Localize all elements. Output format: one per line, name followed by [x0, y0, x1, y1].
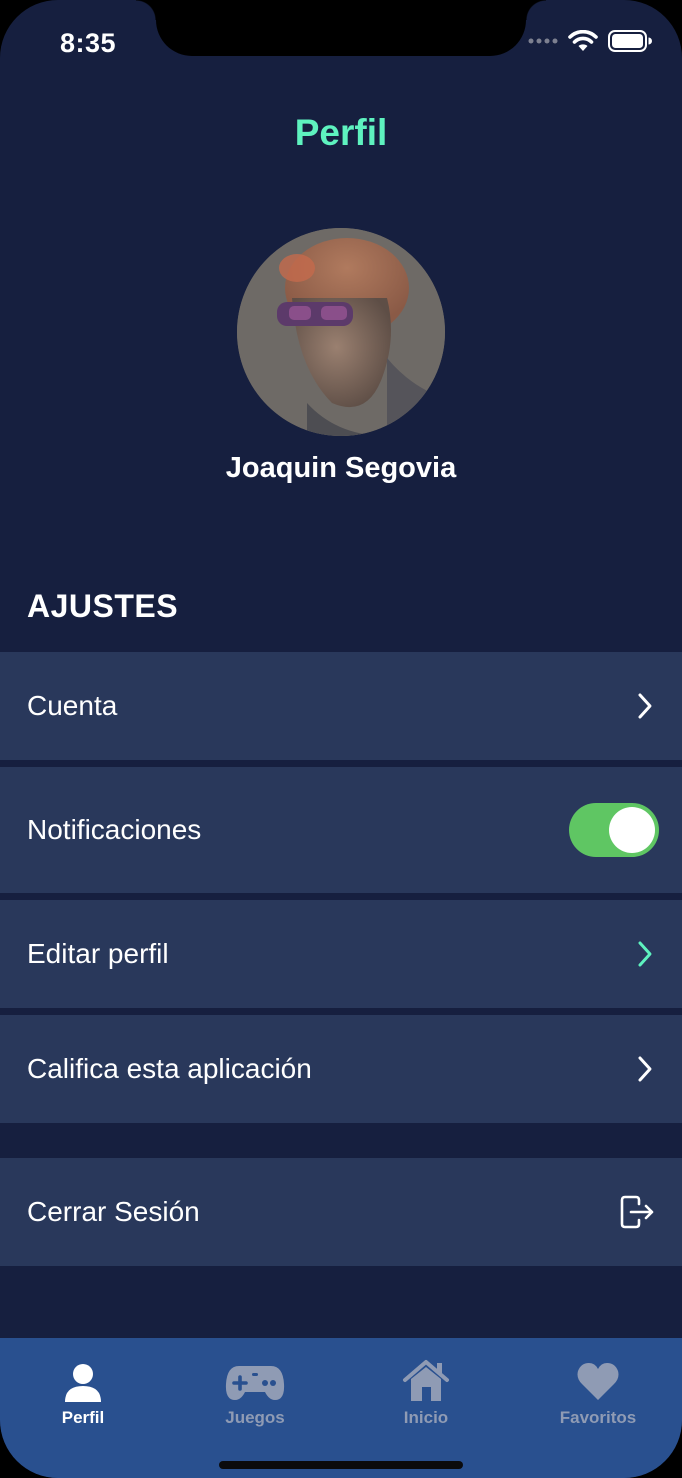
- battery-icon: [608, 30, 652, 52]
- logout-icon: [620, 1195, 654, 1229]
- toggle-knob: [609, 807, 655, 853]
- tab-bar: Perfil Juegos Inicio Favoritos: [0, 1338, 682, 1478]
- notifications-toggle[interactable]: [569, 803, 659, 857]
- chevron-right-icon: [638, 1056, 652, 1082]
- tab-label: Perfil: [61, 1408, 105, 1427]
- tab-profile[interactable]: Perfil: [0, 1338, 168, 1438]
- chevron-right-icon: [638, 941, 652, 967]
- tab-favorites[interactable]: Favoritos: [513, 1338, 682, 1438]
- tab-games[interactable]: Juegos: [170, 1338, 340, 1438]
- status-time: 8:35: [60, 28, 117, 58]
- settings-item-rate-app[interactable]: Califica esta aplicación: [0, 1015, 682, 1123]
- page-title: Perfil: [294, 112, 388, 153]
- settings-item-notifications: Notificaciones: [0, 767, 682, 893]
- tab-home[interactable]: Inicio: [341, 1338, 511, 1438]
- person-icon: [65, 1364, 101, 1402]
- settings-item-label: Cuenta: [27, 690, 118, 721]
- settings-item-label: Editar perfil: [27, 938, 169, 969]
- heart-icon: [577, 1363, 619, 1400]
- wifi-icon: [568, 30, 598, 51]
- gamepad-icon: [225, 1366, 285, 1400]
- chevron-right-icon: [638, 693, 652, 719]
- phone-screen: 8:35 Perfil Joaquin Segovia AJUSTES Cuen…: [0, 0, 682, 1478]
- settings-section-title: AJUSTES: [27, 588, 179, 624]
- tab-label: Inicio: [403, 1408, 449, 1427]
- tab-label: Favoritos: [559, 1408, 637, 1427]
- settings-item-label: Califica esta aplicación: [27, 1053, 312, 1084]
- tab-label: Juegos: [225, 1408, 285, 1427]
- settings-item-edit-profile[interactable]: Editar perfil: [0, 900, 682, 1008]
- user-name: Joaquin Segovia: [225, 452, 457, 484]
- logout-button[interactable]: Cerrar Sesión: [0, 1158, 682, 1266]
- settings-item-label: Notificaciones: [27, 814, 202, 845]
- settings-item-account[interactable]: Cuenta: [0, 652, 682, 760]
- signal-icon: [528, 38, 558, 44]
- avatar-photo: [237, 228, 445, 436]
- home-indicator: [219, 1461, 463, 1469]
- avatar[interactable]: [237, 228, 445, 436]
- notch: [136, 0, 546, 56]
- status-icons: [528, 30, 652, 52]
- logout-label: Cerrar Sesión: [27, 1196, 200, 1227]
- home-icon: [403, 1360, 449, 1401]
